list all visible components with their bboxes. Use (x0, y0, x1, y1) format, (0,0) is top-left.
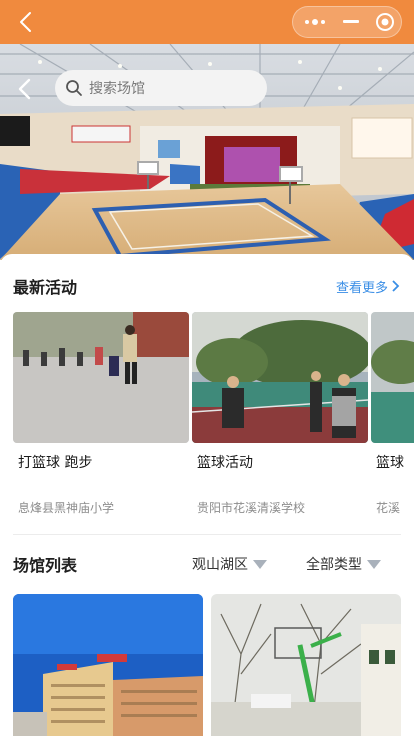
view-more-label: 查看更多 (335, 280, 388, 296)
venue-list-header: 场馆列表 (13, 552, 77, 576)
view-more-link[interactable]: 查看更多 (336, 277, 400, 296)
more-dots-icon[interactable] (297, 7, 333, 37)
target-icon[interactable] (367, 7, 403, 37)
type-filter[interactable]: 全部类型 (306, 554, 381, 574)
type-filter-label: 全部类型 (306, 557, 362, 573)
minus-icon[interactable] (333, 7, 369, 37)
activity-place: 息烽县黑神庙小学 (18, 501, 115, 515)
latest-activities-header: 最新活动 查看更多 (13, 274, 400, 298)
activity-title: 篮球 (376, 455, 404, 471)
venue-card[interactable] (13, 594, 203, 736)
venue-photo (13, 594, 203, 736)
dropdown-triangle-icon (253, 559, 267, 569)
district-filter-label: 观山湖区 (192, 557, 248, 573)
chevron-right-icon (392, 280, 400, 292)
activity-card[interactable]: 篮球活动 贵阳市花溪清溪学校 (192, 312, 368, 515)
activity-place: 贵阳市花溪清溪学校 (197, 501, 306, 515)
venue-grid (13, 594, 401, 736)
activity-place: 花溪 (376, 501, 401, 515)
activity-carousel[interactable]: 打篮球 跑步 息烽县黑神庙小学 篮球活动 贵阳市花溪清溪学校 篮球 花溪 (13, 312, 414, 522)
venue-photo (211, 594, 401, 736)
activity-photo (371, 312, 414, 443)
activity-title: 篮球活动 (197, 455, 253, 471)
dropdown-triangle-icon (367, 559, 381, 569)
content-panel: 最新活动 查看更多 打篮球 跑步 息烽县黑神庙小学 篮球活动 贵阳市花溪清溪学校… (0, 254, 414, 736)
mini-program-capsule (292, 6, 402, 38)
chevron-left-icon[interactable] (12, 76, 38, 102)
search-input[interactable]: 搜索场馆 (55, 70, 267, 106)
hero-banner: 搜索场馆 (0, 44, 414, 260)
district-filter[interactable]: 观山湖区 (192, 554, 267, 574)
search-placeholder: 搜索场馆 (89, 81, 145, 97)
search-icon (66, 80, 82, 96)
activity-photo (13, 312, 189, 443)
venue-list-title: 场馆列表 (13, 556, 78, 575)
chevron-left-icon[interactable] (14, 10, 38, 34)
activity-card[interactable]: 篮球 花溪 (371, 312, 414, 515)
section-divider (13, 534, 401, 535)
activity-card[interactable]: 打篮球 跑步 息烽县黑神庙小学 (13, 312, 189, 515)
top-nav-bar (0, 0, 414, 44)
venue-card[interactable] (211, 594, 401, 736)
latest-activities-title: 最新活动 (13, 278, 78, 297)
activity-title: 打篮球 跑步 (18, 455, 93, 471)
activity-photo (192, 312, 368, 443)
